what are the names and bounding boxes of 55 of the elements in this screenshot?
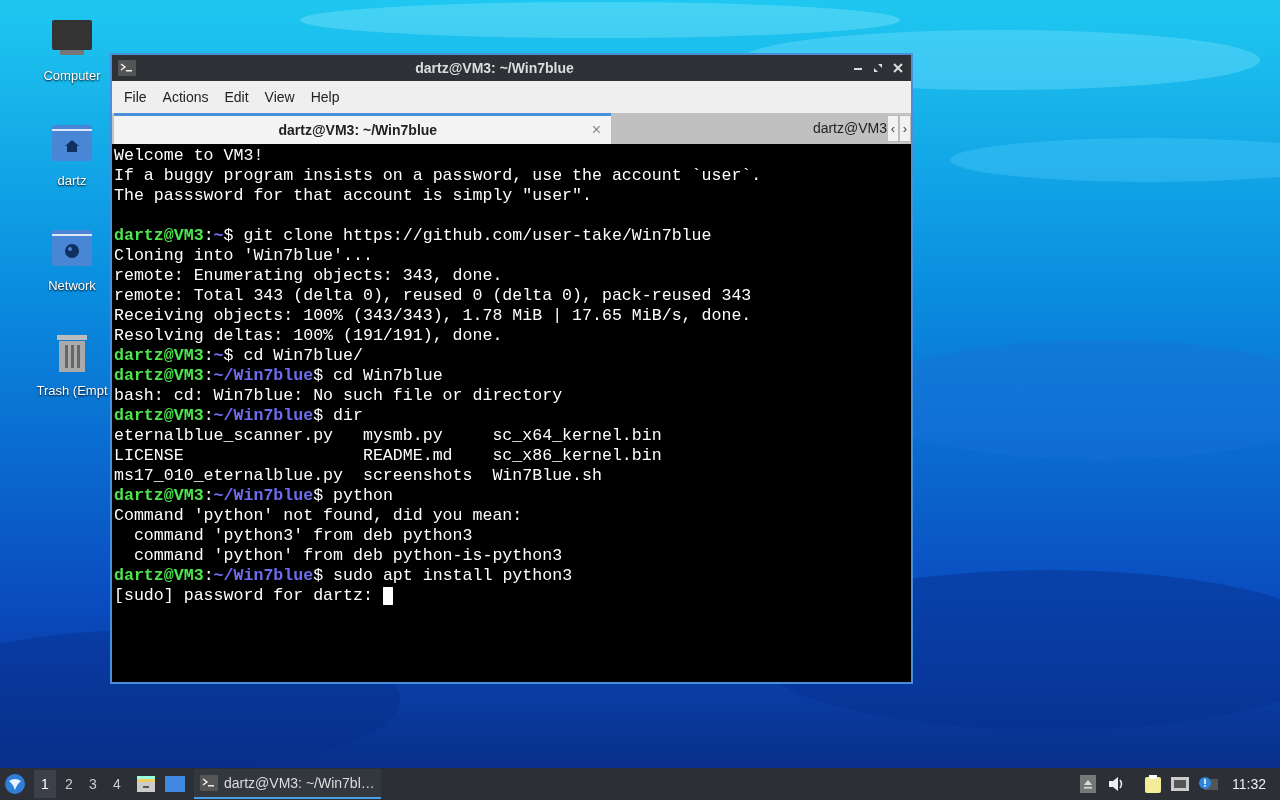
terminal-line: dartz@VM3:~/Win7blue$ dir — [114, 406, 363, 426]
taskbar-task[interactable]: dartz@VM3: ~/Win7bl… — [194, 769, 381, 799]
terminal-line: command 'python3' from deb python3 — [132, 526, 473, 546]
tab[interactable]: dartz@VM3: ~/Win7blue × — [114, 113, 611, 144]
terminal-line: LICENSE README.md sc_x86_kernel.bin — [114, 446, 662, 466]
start-menu-icon[interactable] — [4, 773, 26, 795]
terminal-line: dartz@VM3:~/Win7blue$ sudo apt install python3 — [114, 566, 573, 586]
terminal-line: Command 'python' not found, did you mean: — [114, 506, 523, 526]
menu-item[interactable]: Edit — [216, 86, 257, 108]
terminal-line: dartz@VM3:~$ git clone https://github.com/user-take/Win7blue — [114, 226, 712, 246]
workspace-button[interactable]: 3 — [82, 770, 104, 798]
clipboard-icon[interactable] — [1144, 774, 1162, 794]
network-icon[interactable] — [1170, 775, 1190, 793]
tab[interactable]: dartz@VM3 — [611, 113, 887, 144]
terminal-icon — [200, 775, 218, 791]
tab-scroll-button[interactable]: › — [899, 115, 911, 142]
terminal-line: Resolving deltas: 100% (191/191), done. — [114, 326, 503, 346]
terminal-line: remote: Enumerating objects: 343, done. — [114, 266, 503, 286]
terminal-line: bash: cd: Win7blue: No such file or directory — [114, 386, 563, 406]
terminal-line: Welcome to VM3! — [114, 146, 264, 166]
terminal-line: dartz@VM3:~/Win7blue$ cd Win7blue — [114, 366, 443, 386]
clock[interactable]: 11:32 — [1232, 773, 1266, 795]
monitor-icon — [50, 18, 94, 58]
terminal-line: If a buggy program insists on a password, use the account `user`. — [114, 166, 762, 186]
menu-item[interactable]: File — [116, 86, 155, 108]
workspace-button[interactable]: 1 — [34, 770, 56, 798]
network-folder-icon — [50, 228, 94, 268]
close-icon[interactable] — [893, 63, 903, 73]
terminal-line: dartz@VM3:~$ cd Win7blue/ — [114, 346, 363, 366]
terminal-line: The passsword for that account is simply "user". — [114, 186, 592, 206]
home-folder-icon — [50, 123, 94, 163]
menu-item[interactable]: Actions — [154, 86, 217, 108]
terminal-line: [sudo] password for dartz: — [114, 586, 374, 606]
notification-icon[interactable] — [1198, 775, 1218, 793]
workspace-button[interactable]: 2 — [58, 770, 80, 798]
terminal-line: Receiving objects: 100% (343/343), 1.78 MiB | 17.65 MiB/s, done. — [114, 306, 752, 326]
menu-item[interactable]: View — [256, 86, 303, 108]
terminal-icon — [118, 60, 136, 76]
menu-item[interactable]: Help — [302, 86, 348, 108]
desktop-icon-label[interactable]: Trash (Empt — [36, 381, 108, 401]
terminal-line: ms17_010_eternalblue.py screenshots Win7Blue.sh — [114, 466, 602, 486]
terminal-line: eternalblue_scanner.py mysmb.py sc_x64_kernel.bin — [114, 426, 662, 446]
tab-scroll-button[interactable]: ‹ — [887, 115, 899, 142]
terminal-area[interactable] — [112, 144, 911, 682]
terminal-line: remote: Total 343 (delta 0), reused 0 (delta 0), pack-reused 343 — [114, 286, 752, 306]
terminal-line: dartz@VM3:~/Win7blue$ python — [114, 486, 393, 506]
workspace-button[interactable]: 4 — [106, 770, 128, 798]
maximize-icon[interactable] — [873, 63, 883, 73]
window-icon[interactable] — [164, 775, 186, 793]
terminal-line: Cloning into 'Win7blue'... — [114, 246, 373, 266]
eject-icon[interactable] — [1080, 775, 1096, 793]
file-cabinet-icon[interactable] — [136, 775, 156, 793]
desktop-icon-label[interactable]: Network — [48, 276, 96, 296]
window-title: dartz@VM3: ~/Win7blue — [415, 58, 574, 78]
terminal-line: command 'python' from deb python-is-python3 — [132, 546, 563, 566]
